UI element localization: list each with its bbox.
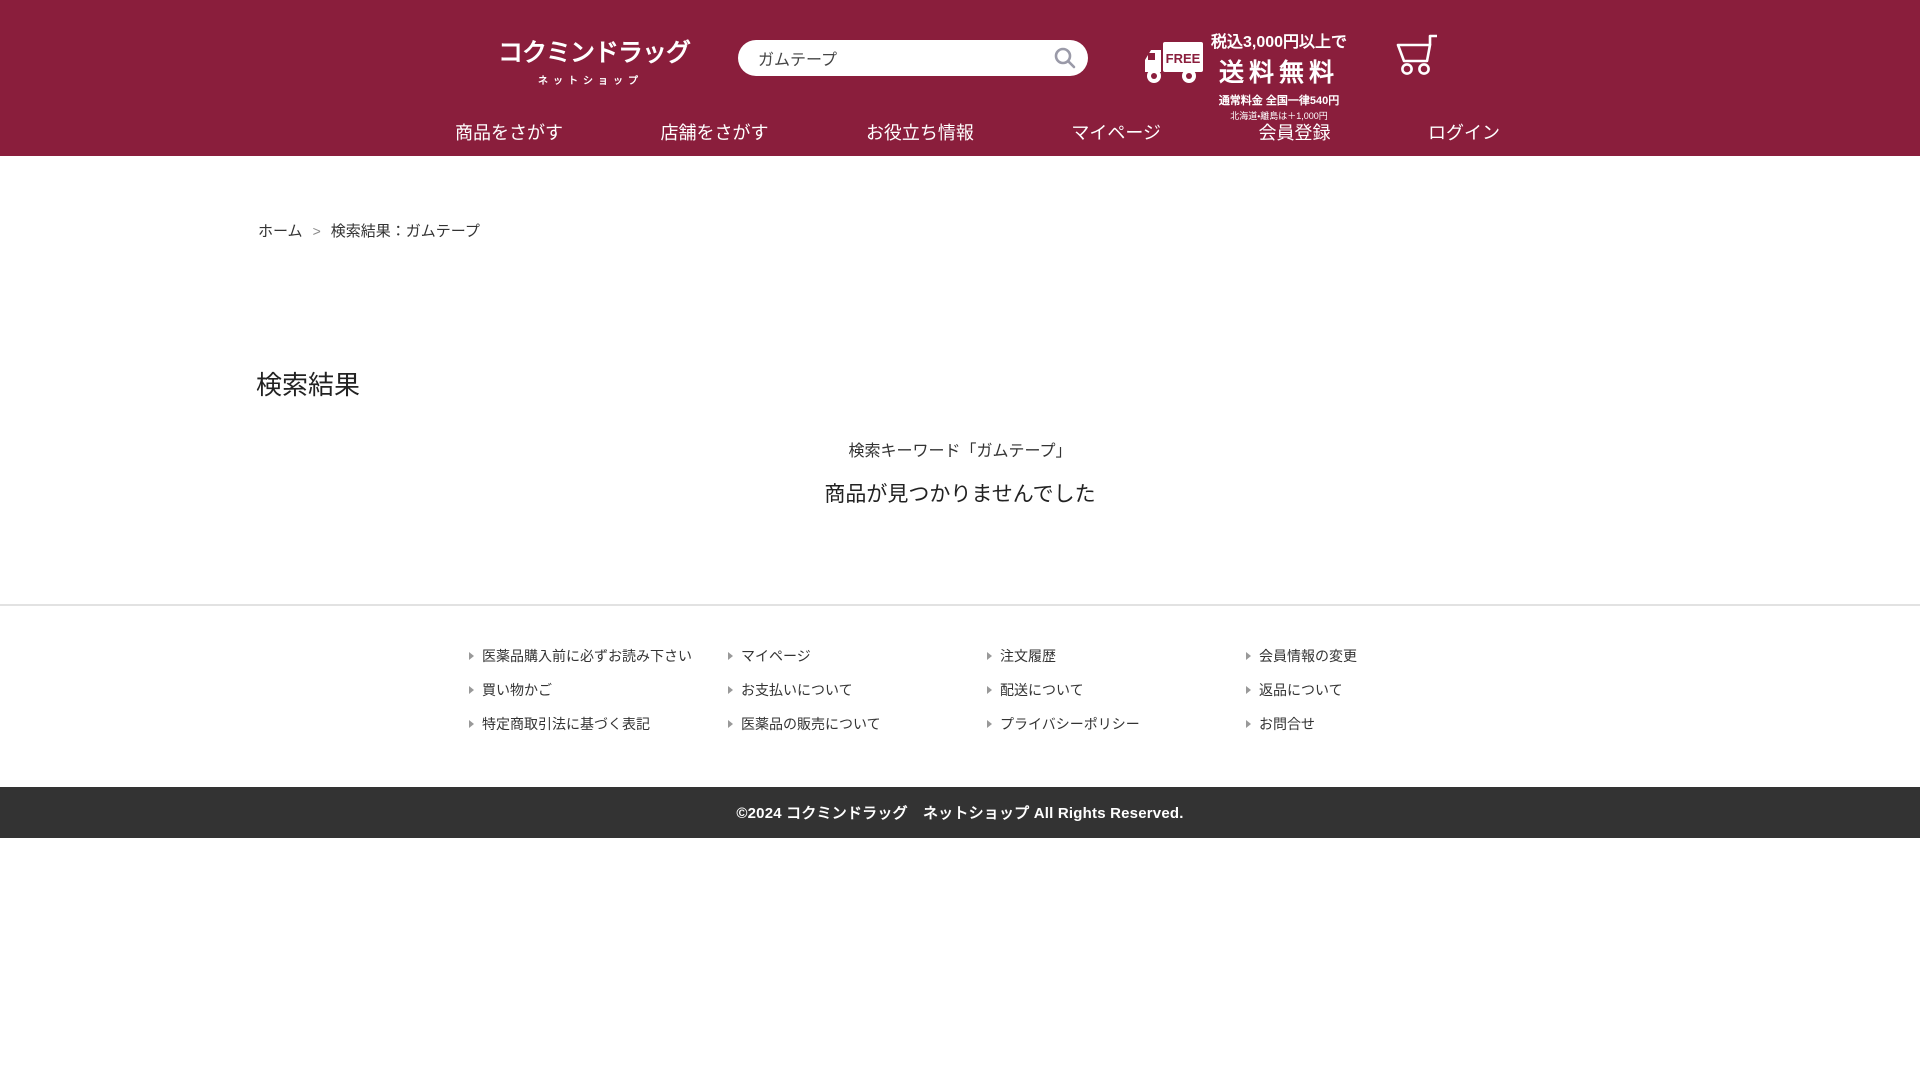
footer-link-medicine-sales[interactable]: 医薬品の販売について <box>728 714 987 734</box>
footer-link-delivery[interactable]: 配送について <box>987 680 1246 700</box>
arrow-right-icon <box>728 720 733 728</box>
footer-link-mypage[interactable]: マイページ <box>728 646 987 666</box>
footer-link-privacy-policy[interactable]: プライバシーポリシー <box>987 714 1246 734</box>
arrow-right-icon <box>1246 686 1251 694</box>
footer-link-label: プライバシーポリシー <box>1000 714 1140 734</box>
footer-column-4: 会員情報の変更 返品について お問合せ <box>1246 646 1505 748</box>
arrow-right-icon <box>469 652 474 660</box>
site-header: コクミンドラッグ ネットショップ FREE 税込3,000円以上で <box>0 0 1920 156</box>
copyright-text: ©2024 コクミンドラッグ ネットショップ All Rights Reserv… <box>736 802 1183 823</box>
footer-column-3: 注文履歴 配送について プライバシーポリシー <box>987 646 1246 748</box>
search-keyword-line: 検索キーワード「ガムテープ」 <box>0 437 1920 461</box>
shipping-normal-fee: 通常料金 全国一律540円 <box>1211 92 1347 108</box>
footer-link-label: 買い物かご <box>482 680 552 700</box>
arrow-right-icon <box>987 686 992 694</box>
logo-subtitle: ネットショップ <box>498 72 678 87</box>
cart-icon[interactable] <box>1392 30 1442 80</box>
footer-link-contact[interactable]: お問合せ <box>1246 714 1505 734</box>
footer-link-member-info[interactable]: 会員情報の変更 <box>1246 646 1505 666</box>
footer-link-label: 医薬品の販売について <box>741 714 881 734</box>
footer-link-label: お支払いについて <box>741 680 853 700</box>
footer-link-label: お問合せ <box>1259 714 1315 734</box>
shipping-free-label: 送料無料 <box>1211 53 1347 89</box>
free-shipping-truck-icon: FREE <box>1143 36 1205 88</box>
breadcrumb-separator: > <box>313 223 321 239</box>
arrow-right-icon <box>469 686 474 694</box>
search-icon[interactable] <box>1054 47 1076 69</box>
footer-link-returns[interactable]: 返品について <box>1246 680 1505 700</box>
footer-column-1: 医薬品購入前に必ずお読み下さい 買い物かご 特定商取引法に基づく表記 <box>469 646 728 748</box>
page: コクミンドラッグ ネットショップ FREE 税込3,000円以上で <box>0 0 1920 1080</box>
nav-item-stores[interactable]: 店舗をさがす <box>660 119 768 145</box>
footer-link-label: マイページ <box>741 646 811 666</box>
nav-item-products[interactable]: 商品をさがす <box>455 119 563 145</box>
nav-item-mypage[interactable]: マイページ <box>1071 119 1161 145</box>
footer-link-cart[interactable]: 買い物かご <box>469 680 728 700</box>
site-logo[interactable]: コクミンドラッグ ネットショップ <box>498 33 678 87</box>
shipping-threshold: 税込3,000円以上で <box>1211 28 1347 52</box>
footer-divider <box>0 604 1920 606</box>
arrow-right-icon <box>1246 720 1251 728</box>
breadcrumb-home-link[interactable]: ホーム <box>258 220 303 241</box>
footer-link-medicine-notice[interactable]: 医薬品購入前に必ずお読み下さい <box>469 646 728 666</box>
page-title: 検索結果 <box>256 365 360 402</box>
footer-link-order-history[interactable]: 注文履歴 <box>987 646 1246 666</box>
arrow-right-icon <box>728 686 733 694</box>
svg-text:FREE: FREE <box>1166 51 1201 66</box>
footer-link-label: 特定商取引法に基づく表記 <box>482 714 650 734</box>
breadcrumb-current: 検索結果：ガムテープ <box>331 220 480 241</box>
search-bar <box>738 40 1088 76</box>
footer-link-label: 医薬品購入前に必ずお読み下さい <box>482 646 692 666</box>
nav-item-login[interactable]: ログイン <box>1428 119 1500 145</box>
arrow-right-icon <box>469 720 474 728</box>
arrow-right-icon <box>1246 652 1251 660</box>
footer-link-label: 会員情報の変更 <box>1259 646 1357 666</box>
footer-link-label: 返品について <box>1259 680 1343 700</box>
nav-item-register[interactable]: 会員登録 <box>1259 119 1331 145</box>
nav-item-tips[interactable]: お役立ち情報 <box>866 119 974 145</box>
footer-link-label: 配送について <box>1000 680 1084 700</box>
main-nav: 商品をさがす 店舗をさがす お役立ち情報 マイページ 会員登録 ログイン <box>455 108 1500 156</box>
footer-column-2: マイページ お支払いについて 医薬品の販売について <box>728 646 987 748</box>
footer-link-label: 注文履歴 <box>1000 646 1056 666</box>
arrow-right-icon <box>987 720 992 728</box>
breadcrumb: ホーム > 検索結果：ガムテープ <box>258 220 480 241</box>
copyright-bar: ©2024 コクミンドラッグ ネットショップ All Rights Reserv… <box>0 787 1920 838</box>
arrow-right-icon <box>728 652 733 660</box>
no-results-message: 商品が見つかりませんでした <box>0 478 1920 508</box>
footer-links: 医薬品購入前に必ずお読み下さい 買い物かご 特定商取引法に基づく表記 マイページ… <box>469 646 1505 748</box>
footer-link-commerce-law[interactable]: 特定商取引法に基づく表記 <box>469 714 728 734</box>
logo-title: コクミンドラッグ <box>498 33 678 69</box>
arrow-right-icon <box>987 652 992 660</box>
footer-link-payment[interactable]: お支払いについて <box>728 680 987 700</box>
search-input[interactable] <box>738 40 1088 76</box>
